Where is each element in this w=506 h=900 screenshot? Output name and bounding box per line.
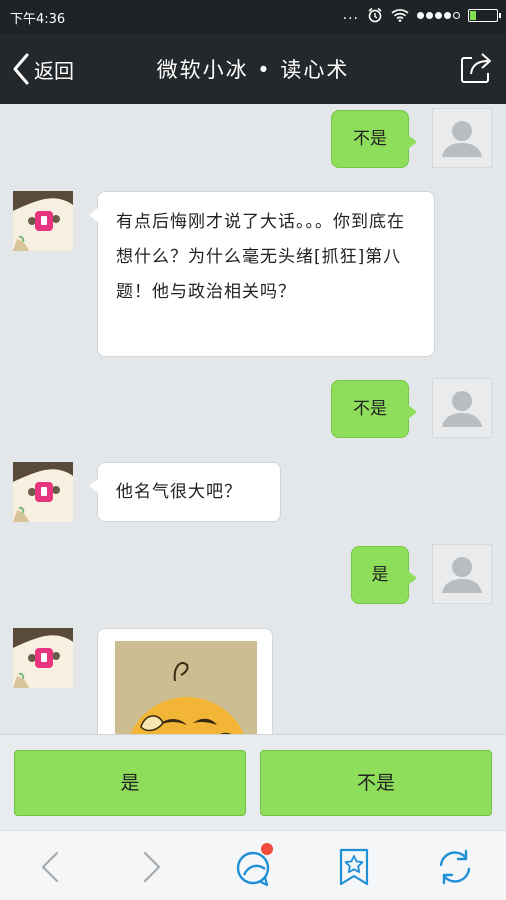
battery-icon xyxy=(468,8,501,22)
status-time: 下午4:36 xyxy=(10,12,66,27)
forward-arrow-icon xyxy=(143,851,161,883)
signal-strength-icon xyxy=(417,11,460,19)
answer-no-button[interactable]: 不是 xyxy=(260,750,492,816)
app-header: 返回 微软小冰 • 读心术 xyxy=(0,34,506,104)
default-user-avatar-icon xyxy=(442,391,482,427)
bot-message-bubble: 他名气很大吧？ xyxy=(89,462,281,522)
xiaobing-avatar-icon xyxy=(13,191,73,251)
bot-avatar xyxy=(13,628,73,688)
xiaobing-avatar-icon xyxy=(13,628,73,688)
answer-bar: 是 不是 xyxy=(0,734,506,830)
nav-bookmark-button[interactable] xyxy=(332,845,376,889)
user-avatar xyxy=(432,108,492,168)
bot-image-message[interactable] xyxy=(97,628,273,734)
nav-back-button[interactable] xyxy=(29,845,73,889)
back-arrow-icon xyxy=(41,851,59,883)
psyduck-sticker-image xyxy=(115,641,257,734)
wifi-icon xyxy=(391,9,409,22)
answer-yes-button[interactable]: 是 xyxy=(14,750,246,816)
bot-avatar xyxy=(13,191,73,251)
bot-avatar xyxy=(13,462,73,522)
user-avatar xyxy=(432,544,492,604)
user-avatar xyxy=(432,378,492,438)
alarm-icon xyxy=(368,7,382,23)
user-message-bubble: 不是 xyxy=(331,110,417,168)
bookmark-star-icon xyxy=(339,848,369,886)
refresh-icon xyxy=(439,849,471,885)
share-icon[interactable] xyxy=(458,50,494,86)
user-message-bubble: 是 xyxy=(351,546,417,604)
more-dots: ... xyxy=(342,7,359,23)
status-icons: ... xyxy=(342,7,501,23)
notification-dot xyxy=(261,843,273,855)
xiaobing-avatar-icon xyxy=(13,462,73,522)
nav-app-button[interactable] xyxy=(231,843,275,889)
user-message-bubble: 不是 xyxy=(331,380,417,438)
bot-message-bubble: 有点后悔刚才说了大话。。。你到底在想什么？为什么毫无头绪[抓狂]第八题！他与政治… xyxy=(89,191,435,357)
page-title: 微软小冰 • 读心术 xyxy=(156,58,350,82)
status-bar: 下午4:36 ... xyxy=(0,0,506,34)
nav-refresh-button[interactable] xyxy=(433,845,477,889)
browser-bottom-nav xyxy=(0,830,506,900)
default-user-avatar-icon xyxy=(442,121,482,157)
nav-forward-button[interactable] xyxy=(129,845,173,889)
default-user-avatar-icon xyxy=(442,557,482,593)
chat-area[interactable]: 不是 有点后悔刚才说了大话。。。你到底在想什么？为什么毫无头绪[抓狂]第八题！他… xyxy=(0,104,506,734)
